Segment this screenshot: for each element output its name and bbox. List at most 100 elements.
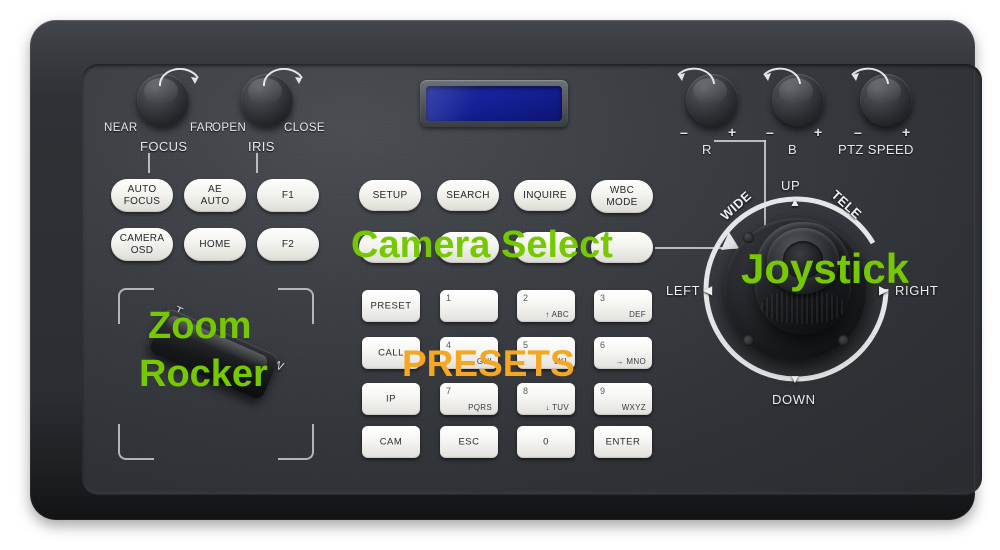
lcd-screen: [426, 86, 562, 121]
key-7-sub: PQRS: [468, 403, 492, 412]
bracket-corner-tr: [278, 288, 314, 324]
button-auto-focus[interactable]: AUTO FOCUS: [111, 179, 173, 212]
screenshot-root: NEAR FAR FOCUS OPEN CLOSE IRIS – + R – +…: [0, 0, 1000, 550]
key-2[interactable]: 2 ↑ ABC: [517, 290, 575, 322]
key-3-sub: DEF: [629, 310, 646, 319]
annotation-zoom-text: Zoom: [148, 305, 252, 347]
annotation-rocker: Rocker: [139, 355, 268, 393]
key-8-sub: ↓ TUV: [545, 403, 569, 412]
annotation-joystick: Joystick: [741, 248, 909, 290]
key-9[interactable]: 9 WXYZ: [594, 383, 652, 415]
key-0[interactable]: 0: [517, 426, 575, 458]
knob-r-minus-label: –: [680, 124, 688, 140]
key-8[interactable]: 8 ↓ TUV: [517, 383, 575, 415]
focus-connector-tick: [148, 153, 150, 173]
button-home[interactable]: HOME: [184, 228, 246, 261]
knob-ptz-plus-label: +: [902, 124, 911, 140]
joystick-down-arrow-icon: ▼: [789, 372, 801, 386]
knob-b-label: B: [788, 142, 798, 157]
iris-connector-tick: [256, 153, 258, 173]
knob-r-plus-label: +: [728, 124, 737, 140]
annotation-camera-select: Camera Select: [351, 226, 613, 264]
button-ae-auto-line2: AUTO: [200, 195, 230, 207]
annotation-zoom: Zoom: [148, 307, 251, 345]
key-2-num: 2: [523, 293, 529, 303]
knob-iris[interactable]: [241, 74, 293, 126]
knob-b-plus-label: +: [814, 124, 823, 140]
button-home-line1: HOME: [199, 238, 231, 250]
knob-focus-far-label: FAR: [190, 122, 214, 134]
button-wbc-mode-line1: WBC: [609, 185, 635, 196]
key-ip-main: IP: [386, 393, 396, 405]
button-camera-osd-line1: CAMERA: [119, 233, 165, 244]
button-wbc-mode[interactable]: WBC MODE: [591, 180, 653, 213]
bracket-corner-bl: [118, 424, 154, 460]
key-0-main: 0: [543, 436, 549, 448]
key-2-sub: ↑ ABC: [545, 310, 569, 319]
joystick-left-label: LEFT: [666, 283, 701, 298]
button-inquire[interactable]: INQUIRE: [514, 180, 576, 211]
knob-iris-close-label: CLOSE: [284, 122, 325, 134]
button-camera-osd[interactable]: CAMERA OSD: [111, 228, 173, 261]
knob-focus[interactable]: [137, 74, 189, 126]
knob-iris-label: IRIS: [248, 139, 275, 154]
key-enter[interactable]: ENTER: [594, 426, 652, 458]
joystick-screw-br: [838, 335, 849, 346]
joystick-up-arrow-icon: ▲: [789, 195, 801, 209]
annotation-joystick-text: Joystick: [741, 245, 910, 292]
bracket-corner-br: [278, 424, 314, 460]
key-1[interactable]: 1: [440, 290, 498, 322]
annotation-camera-select-text: Camera Select: [351, 224, 613, 266]
button-auto-focus-line1: AUTO: [127, 184, 157, 195]
key-esc[interactable]: ESC: [440, 426, 498, 458]
key-3[interactable]: 3 DEF: [594, 290, 652, 322]
button-camera-osd-line2: OSD: [130, 244, 154, 256]
button-search[interactable]: SEARCH: [437, 180, 499, 211]
key-8-num: 8: [523, 386, 529, 396]
wbc-connector-top: [714, 140, 766, 142]
key-ip[interactable]: IP: [362, 383, 420, 415]
button-auto-focus-line2: FOCUS: [123, 195, 161, 207]
key-7[interactable]: 7 PQRS: [440, 383, 498, 415]
knob-b-minus-label: –: [766, 124, 774, 140]
key-3-num: 3: [600, 293, 606, 303]
key-cam[interactable]: CAM: [362, 426, 420, 458]
joystick-grip: [761, 290, 845, 324]
key-cam-main: CAM: [379, 436, 403, 448]
annotation-rocker-text: Rocker: [139, 353, 268, 395]
key-preset[interactable]: PRESET: [362, 290, 420, 322]
key-6-sub: → MNO: [615, 357, 646, 366]
key-9-sub: WXYZ: [621, 403, 646, 412]
knob-focus-near-label: NEAR: [104, 122, 138, 134]
button-wbc-mode-line2: MODE: [606, 196, 638, 208]
lcd-bezel: [420, 80, 568, 127]
knob-focus-label: FOCUS: [140, 139, 188, 154]
joystick-up-label: UP: [781, 178, 801, 193]
key-6-num: 6: [600, 340, 606, 350]
annotation-presets-text: PRESETS: [402, 343, 575, 384]
key-6[interactable]: 6 → MNO: [594, 337, 652, 369]
key-enter-main: ENTER: [605, 436, 641, 448]
annotation-presets: PRESETS: [402, 345, 575, 382]
joystick-screw-bl: [743, 335, 754, 346]
button-inquire-line1: INQUIRE: [523, 189, 567, 201]
key-1-num: 1: [446, 293, 452, 303]
button-f2-line1: F2: [281, 238, 295, 250]
knob-ptz-speed-label: PTZ SPEED: [838, 142, 914, 157]
knob-r-gain[interactable]: [686, 74, 738, 126]
button-ae-auto[interactable]: AE AUTO: [184, 179, 246, 212]
button-setup-line1: SETUP: [372, 189, 408, 201]
key-preset-main: PRESET: [370, 300, 412, 312]
button-search-line1: SEARCH: [446, 189, 490, 201]
button-f1[interactable]: F1: [257, 179, 319, 212]
knob-iris-open-label: OPEN: [212, 122, 247, 134]
knob-b-gain[interactable]: [772, 74, 824, 126]
key-9-num: 9: [600, 386, 606, 396]
joystick-left-arrow-icon: ◀: [703, 283, 713, 297]
button-f2[interactable]: F2: [257, 228, 319, 261]
button-ae-auto-line1: AE: [208, 184, 222, 195]
knob-ptz-minus-label: –: [854, 124, 862, 140]
button-f1-line1: F1: [281, 189, 295, 201]
button-setup[interactable]: SETUP: [359, 180, 421, 211]
knob-ptz-speed[interactable]: [860, 74, 912, 126]
